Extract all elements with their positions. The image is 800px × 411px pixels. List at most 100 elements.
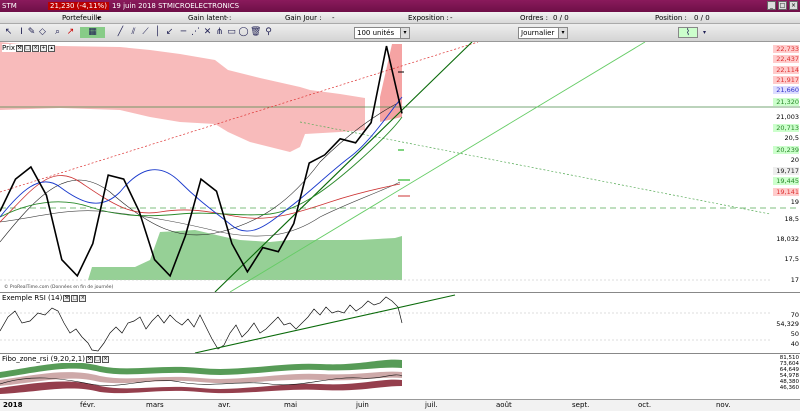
wrench-icon[interactable]: ⚒ [16,44,24,52]
add-icon[interactable]: + [40,44,48,52]
month-label: nov. [716,401,731,409]
month-label: juil. [425,401,438,409]
close-icon[interactable]: × [79,294,87,302]
trading-window: STM 21,230 (-4,11%) 19 juin 2018 STMICRO… [0,0,800,411]
eraser-icon[interactable]: ◇ [37,27,48,38]
channel-icon[interactable]: ⫽ [128,27,139,38]
month-label: juin [356,401,369,409]
price-chart[interactable] [0,42,800,292]
exposure-value: - [450,14,453,22]
wrench-icon[interactable]: ⚒ [86,355,93,363]
fan-icon[interactable]: ⋰ [190,27,201,38]
fibo-panel-title: Fibo_zone_rsi (9,20,2,1) [2,355,85,363]
rsi-tick-label: 54,329 [776,320,799,328]
period-select[interactable]: Journalier ▾ [518,27,568,39]
rectangle-icon[interactable]: ▭ [226,27,237,38]
rsi-tick-label: 50 [790,330,799,338]
price-tick-label: 21,660 [773,86,799,94]
units-select[interactable]: 100 unités ▾ [354,27,410,39]
title-bar: STM 21,230 (-4,11%) 19 juin 2018 STMICRO… [0,0,800,12]
price-tick-label: 20,713 [773,124,799,132]
price-tick-label: 18,032 [776,235,799,243]
price-tick-label: 22,114 [773,66,799,74]
maximize-button[interactable]: □ [778,1,787,10]
cursor-icon[interactable]: ↖ [3,27,14,38]
price-tick-label: 17 [790,276,799,284]
price-tick-label: 22,437 [773,55,799,63]
month-label: mars [146,401,164,409]
latent-gain-value: - [226,14,229,22]
pitchfork-icon[interactable]: ⋔ [214,27,225,38]
close-icon[interactable]: × [102,355,109,363]
orders-label: Ordres : [520,14,548,22]
fibo-panel-label: Fibo_zone_rsi (9,20,2,1) ⚒ □ × [2,355,109,363]
expand-icon[interactable]: ▴ [48,44,56,52]
close-icon[interactable]: × [32,44,40,52]
price-tick-label: 17,5 [784,255,799,263]
period-value: Journalier [521,29,555,37]
price-tick-label: 21,917 [773,76,799,84]
instrument-info: 19 juin 2018 STMICROELECTRONICS [111,2,240,10]
drawing-toolbar: ↖ I ✎ ◇ ⌕ ↗ ▦ ╱ ⫽ ⟋ │ ↙ ─ ⋰ ✕ ⋔ ▭ ◯ 🗑 ⚲ … [0,24,800,42]
month-label: oct. [638,401,652,409]
price-tick-label: 19,445 [773,177,799,185]
wrench-icon[interactable]: ⚒ [63,294,71,302]
fibo-grid-icon[interactable]: ▦ [80,27,105,38]
rsi-tick-label: 40 [790,340,799,348]
chevron-down-icon[interactable]: ▾ [400,28,409,38]
window-icon[interactable]: □ [24,44,32,52]
trash-icon[interactable]: 🗑 [250,27,261,38]
position-label: Position : [655,14,687,22]
price-panel-label: Prix ⚒ □ × + ▴ [2,44,56,52]
price-tick-label: 20 [790,156,799,164]
day-gain-label: Gain Jour : [285,14,322,22]
price-tick-label: 20,239 [773,146,799,154]
pencil-icon[interactable]: ✎ [26,27,37,38]
close-button[interactable]: × [789,1,798,10]
window-icon[interactable]: □ [94,355,101,363]
month-label: mai [284,401,298,409]
vertical-line-icon[interactable]: │ [152,27,163,38]
up-trend-icon[interactable]: ↗ [65,27,76,38]
fibo-tick-label: 46,360 [779,385,799,391]
month-label: 2018 [3,401,23,409]
price-tick-label: 18,5 [784,215,799,223]
fibo-zone-chart[interactable] [0,354,800,399]
portfolio-label[interactable]: Portefeuille [62,14,102,22]
chevron-down-icon[interactable]: ▾ [558,28,567,38]
price-panel-title: Prix [2,44,16,52]
day-gain-value: - [332,14,335,22]
minimize-button[interactable]: _ [767,1,776,10]
month-label: avr. [218,401,231,409]
price-tick-label: 22,733 [773,45,799,53]
crossed-lines-icon[interactable]: ✕ [202,27,213,38]
chevron-down-icon[interactable]: ▾ [97,15,100,22]
position-value: 0 / 0 [694,14,710,22]
rsi-panel-label: Exemple RSI (14) ⚒ □ × [2,294,87,302]
exposure-label: Exposition : [408,14,449,22]
rsi-panel-title: Exemple RSI (14) [2,294,63,302]
zoom-icon[interactable]: ⌕ [52,27,63,38]
orders-value: 0 / 0 [553,14,569,22]
month-label: sept. [572,401,590,409]
window-icon[interactable]: □ [71,294,79,302]
credit-text: © ProRealTime.com (Données en fin de jou… [4,285,114,290]
rsi-tick-label: 70 [790,311,799,319]
arrow-tool-icon[interactable]: ↙ [164,27,175,38]
magnet-icon[interactable]: ⚲ [263,27,274,38]
quote-badge: 21,230 (-4,11%) [48,2,109,10]
horizontal-line-icon[interactable]: ─ [178,27,189,38]
chart-type-icon[interactable]: ⌇ [678,27,698,38]
month-label: août [496,401,512,409]
price-tick-label: 19,141 [773,188,799,196]
ray-icon[interactable]: ⟋ [140,27,151,38]
symbol-label[interactable]: STM [0,2,48,10]
units-value: 100 unités [357,29,395,37]
trendline-icon[interactable]: ╱ [115,27,126,38]
price-tick-label: 20,5 [784,134,799,142]
ellipse-icon[interactable]: ◯ [238,27,249,38]
rsi-chart[interactable] [0,293,800,353]
price-tick-label: 19,717 [773,167,799,175]
chevron-down-icon[interactable]: ▾ [699,27,710,38]
price-tick-label: 19 [790,198,799,206]
